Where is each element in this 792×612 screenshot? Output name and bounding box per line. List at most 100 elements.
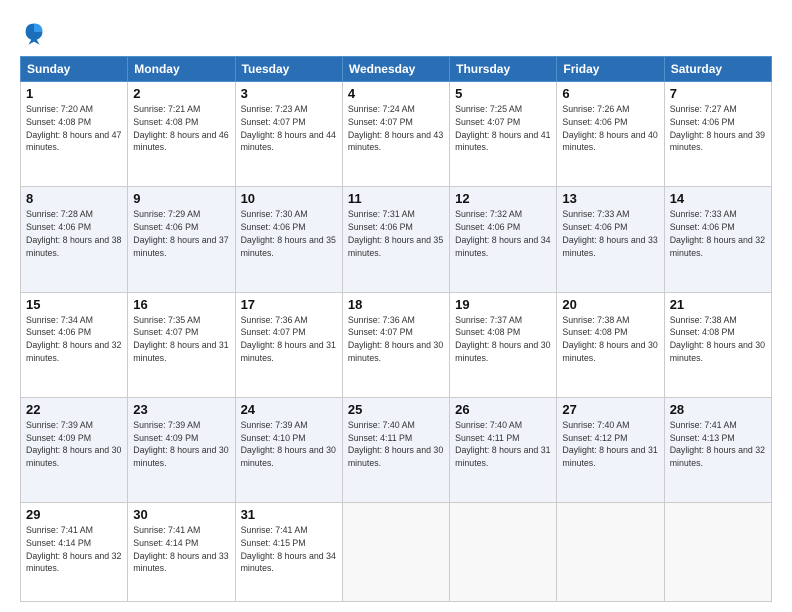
- sunset-label: Sunset: 4:07 PM: [133, 327, 198, 337]
- daylight-label: Daylight: 8 hours and 35 minutes.: [241, 235, 336, 258]
- calendar-day-cell: 22 Sunrise: 7:39 AM Sunset: 4:09 PM Dayl…: [21, 397, 128, 502]
- sunrise-label: Sunrise: 7:31 AM: [348, 209, 415, 219]
- calendar-day-cell: 21 Sunrise: 7:38 AM Sunset: 4:08 PM Dayl…: [664, 292, 771, 397]
- daylight-label: Daylight: 8 hours and 35 minutes.: [348, 235, 443, 258]
- calendar-week-row: 1 Sunrise: 7:20 AM Sunset: 4:08 PM Dayli…: [21, 82, 772, 187]
- day-number: 14: [670, 191, 766, 206]
- calendar-table: SundayMondayTuesdayWednesdayThursdayFrid…: [20, 56, 772, 602]
- sunrise-label: Sunrise: 7:40 AM: [348, 420, 415, 430]
- day-info: Sunrise: 7:38 AM Sunset: 4:08 PM Dayligh…: [562, 314, 658, 365]
- calendar-day-cell: 20 Sunrise: 7:38 AM Sunset: 4:08 PM Dayl…: [557, 292, 664, 397]
- day-info: Sunrise: 7:36 AM Sunset: 4:07 PM Dayligh…: [241, 314, 337, 365]
- day-number: 12: [455, 191, 551, 206]
- sunrise-label: Sunrise: 7:33 AM: [670, 209, 737, 219]
- day-info: Sunrise: 7:37 AM Sunset: 4:08 PM Dayligh…: [455, 314, 551, 365]
- sunset-label: Sunset: 4:09 PM: [26, 433, 91, 443]
- sunset-label: Sunset: 4:07 PM: [455, 117, 520, 127]
- calendar-week-row: 15 Sunrise: 7:34 AM Sunset: 4:06 PM Dayl…: [21, 292, 772, 397]
- sunrise-label: Sunrise: 7:39 AM: [241, 420, 308, 430]
- day-info: Sunrise: 7:34 AM Sunset: 4:06 PM Dayligh…: [26, 314, 122, 365]
- day-info: Sunrise: 7:28 AM Sunset: 4:06 PM Dayligh…: [26, 208, 122, 259]
- day-info: Sunrise: 7:29 AM Sunset: 4:06 PM Dayligh…: [133, 208, 229, 259]
- calendar-week-row: 8 Sunrise: 7:28 AM Sunset: 4:06 PM Dayli…: [21, 187, 772, 292]
- sunset-label: Sunset: 4:06 PM: [670, 117, 735, 127]
- day-number: 7: [670, 86, 766, 101]
- day-number: 26: [455, 402, 551, 417]
- day-number: 1: [26, 86, 122, 101]
- sunset-label: Sunset: 4:08 PM: [670, 327, 735, 337]
- sunset-label: Sunset: 4:06 PM: [455, 222, 520, 232]
- day-info: Sunrise: 7:39 AM Sunset: 4:09 PM Dayligh…: [133, 419, 229, 470]
- day-info: Sunrise: 7:33 AM Sunset: 4:06 PM Dayligh…: [562, 208, 658, 259]
- calendar-day-cell: 13 Sunrise: 7:33 AM Sunset: 4:06 PM Dayl…: [557, 187, 664, 292]
- calendar-day-cell: 30 Sunrise: 7:41 AM Sunset: 4:14 PM Dayl…: [128, 503, 235, 602]
- sunset-label: Sunset: 4:06 PM: [562, 222, 627, 232]
- day-info: Sunrise: 7:41 AM Sunset: 4:14 PM Dayligh…: [26, 524, 122, 575]
- daylight-label: Daylight: 8 hours and 41 minutes.: [455, 130, 550, 153]
- sunrise-label: Sunrise: 7:40 AM: [455, 420, 522, 430]
- day-info: Sunrise: 7:20 AM Sunset: 4:08 PM Dayligh…: [26, 103, 122, 154]
- daylight-label: Daylight: 8 hours and 31 minutes.: [562, 445, 657, 468]
- day-info: Sunrise: 7:31 AM Sunset: 4:06 PM Dayligh…: [348, 208, 444, 259]
- day-info: Sunrise: 7:40 AM Sunset: 4:11 PM Dayligh…: [348, 419, 444, 470]
- sunset-label: Sunset: 4:07 PM: [348, 327, 413, 337]
- calendar-day-cell: 27 Sunrise: 7:40 AM Sunset: 4:12 PM Dayl…: [557, 397, 664, 502]
- day-info: Sunrise: 7:40 AM Sunset: 4:11 PM Dayligh…: [455, 419, 551, 470]
- day-number: 6: [562, 86, 658, 101]
- daylight-label: Daylight: 8 hours and 30 minutes.: [348, 340, 443, 363]
- day-number: 3: [241, 86, 337, 101]
- sunset-label: Sunset: 4:06 PM: [670, 222, 735, 232]
- sunrise-label: Sunrise: 7:41 AM: [670, 420, 737, 430]
- sunset-label: Sunset: 4:12 PM: [562, 433, 627, 443]
- sunrise-label: Sunrise: 7:39 AM: [26, 420, 93, 430]
- weekday-header-cell: Monday: [128, 57, 235, 82]
- daylight-label: Daylight: 8 hours and 31 minutes.: [455, 445, 550, 468]
- day-number: 25: [348, 402, 444, 417]
- sunrise-label: Sunrise: 7:41 AM: [241, 525, 308, 535]
- day-info: Sunrise: 7:25 AM Sunset: 4:07 PM Dayligh…: [455, 103, 551, 154]
- day-number: 18: [348, 297, 444, 312]
- calendar-day-cell: 29 Sunrise: 7:41 AM Sunset: 4:14 PM Dayl…: [21, 503, 128, 602]
- sunset-label: Sunset: 4:10 PM: [241, 433, 306, 443]
- sunset-label: Sunset: 4:06 PM: [562, 117, 627, 127]
- sunrise-label: Sunrise: 7:38 AM: [562, 315, 629, 325]
- calendar-day-cell: 28 Sunrise: 7:41 AM Sunset: 4:13 PM Dayl…: [664, 397, 771, 502]
- calendar-day-cell: 12 Sunrise: 7:32 AM Sunset: 4:06 PM Dayl…: [450, 187, 557, 292]
- day-number: 21: [670, 297, 766, 312]
- sunrise-label: Sunrise: 7:23 AM: [241, 104, 308, 114]
- sunrise-label: Sunrise: 7:40 AM: [562, 420, 629, 430]
- calendar-day-cell: 17 Sunrise: 7:36 AM Sunset: 4:07 PM Dayl…: [235, 292, 342, 397]
- sunset-label: Sunset: 4:08 PM: [455, 327, 520, 337]
- weekday-header-cell: Thursday: [450, 57, 557, 82]
- sunrise-label: Sunrise: 7:25 AM: [455, 104, 522, 114]
- calendar-day-cell: 2 Sunrise: 7:21 AM Sunset: 4:08 PM Dayli…: [128, 82, 235, 187]
- day-info: Sunrise: 7:40 AM Sunset: 4:12 PM Dayligh…: [562, 419, 658, 470]
- daylight-label: Daylight: 8 hours and 30 minutes.: [26, 445, 121, 468]
- day-info: Sunrise: 7:23 AM Sunset: 4:07 PM Dayligh…: [241, 103, 337, 154]
- day-info: Sunrise: 7:41 AM Sunset: 4:13 PM Dayligh…: [670, 419, 766, 470]
- header: [20, 18, 772, 46]
- day-number: 5: [455, 86, 551, 101]
- weekday-header-cell: Sunday: [21, 57, 128, 82]
- weekday-header-cell: Friday: [557, 57, 664, 82]
- daylight-label: Daylight: 8 hours and 30 minutes.: [133, 445, 228, 468]
- daylight-label: Daylight: 8 hours and 38 minutes.: [26, 235, 121, 258]
- sunrise-label: Sunrise: 7:29 AM: [133, 209, 200, 219]
- sunset-label: Sunset: 4:08 PM: [26, 117, 91, 127]
- day-info: Sunrise: 7:21 AM Sunset: 4:08 PM Dayligh…: [133, 103, 229, 154]
- sunset-label: Sunset: 4:07 PM: [241, 327, 306, 337]
- sunset-label: Sunset: 4:11 PM: [348, 433, 412, 443]
- sunrise-label: Sunrise: 7:36 AM: [241, 315, 308, 325]
- daylight-label: Daylight: 8 hours and 30 minutes.: [670, 340, 765, 363]
- weekday-header-cell: Tuesday: [235, 57, 342, 82]
- sunset-label: Sunset: 4:15 PM: [241, 538, 306, 548]
- day-number: 19: [455, 297, 551, 312]
- weekday-header-cell: Wednesday: [342, 57, 449, 82]
- calendar-day-cell: 25 Sunrise: 7:40 AM Sunset: 4:11 PM Dayl…: [342, 397, 449, 502]
- calendar-day-cell: 5 Sunrise: 7:25 AM Sunset: 4:07 PM Dayli…: [450, 82, 557, 187]
- sunrise-label: Sunrise: 7:35 AM: [133, 315, 200, 325]
- sunrise-label: Sunrise: 7:32 AM: [455, 209, 522, 219]
- sunrise-label: Sunrise: 7:26 AM: [562, 104, 629, 114]
- daylight-label: Daylight: 8 hours and 44 minutes.: [241, 130, 336, 153]
- sunset-label: Sunset: 4:06 PM: [26, 327, 91, 337]
